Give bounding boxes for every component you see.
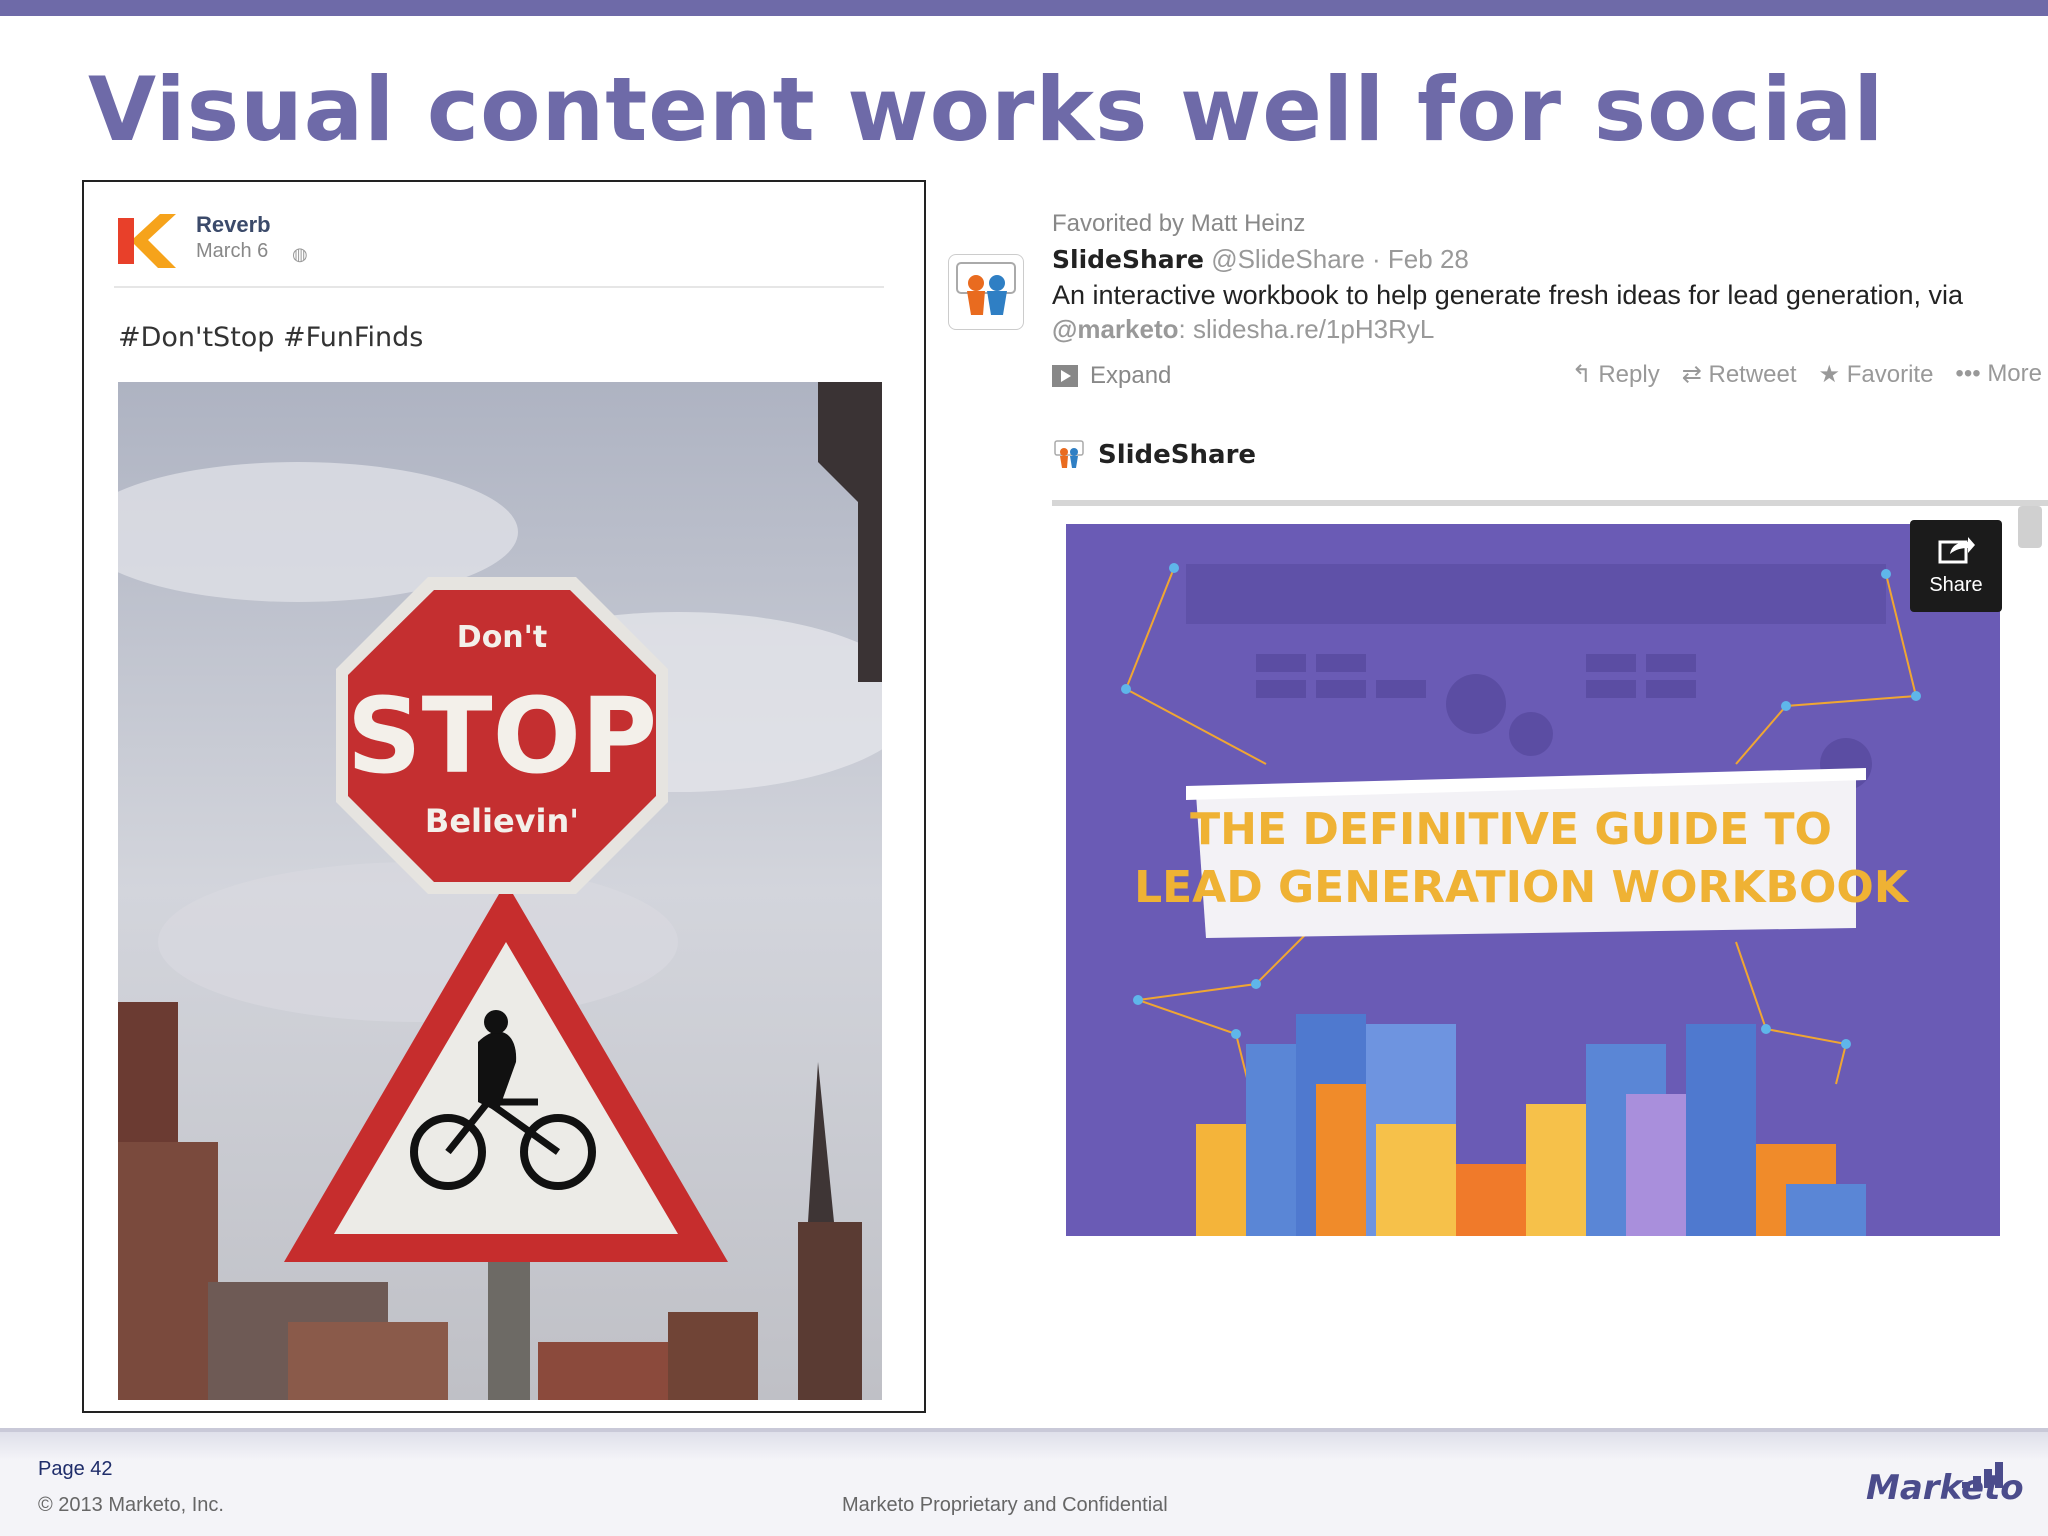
expand-label: Expand — [1090, 362, 1172, 389]
tweet-actions: ↰ Reply ⇄ Retweet ★ Favorite ••• More — [1572, 360, 2042, 389]
workbook-title-line2: LEAD GENERATION WORKBOOK — [1134, 862, 1910, 913]
reply-icon: ↰ — [1571, 361, 1592, 388]
globe-icon: ◍ — [292, 244, 308, 264]
retweet-icon: ⇄ — [1681, 361, 1702, 388]
reply-action[interactable]: ↰ Reply — [1572, 360, 1660, 389]
confidential-text: Marketo Proprietary and Confidential — [842, 1494, 1168, 1516]
play-icon — [1052, 365, 1078, 387]
slideshare-embed-slide[interactable]: THE DEFINITIVE GUIDE TO LEAD GENERATION … — [1066, 524, 2000, 1236]
share-icon — [1938, 537, 1975, 564]
workbook-cover-image: THE DEFINITIVE GUIDE TO LEAD GENERATION … — [1066, 524, 2000, 1236]
tweet-text: An interactive workbook to help generate… — [1052, 280, 1964, 310]
sign-top-text: Don't — [457, 620, 547, 655]
sign-main-text: STOP — [347, 675, 657, 797]
embed-frame-bar — [1052, 500, 2048, 506]
more-action[interactable]: ••• More — [1955, 360, 2042, 389]
expand-button[interactable]: Expand — [1052, 362, 1171, 390]
share-button[interactable]: Share — [1910, 520, 2002, 612]
fb-page-name[interactable]: Reverb — [196, 212, 271, 238]
fb-post-date[interactable]: March 6 — [196, 240, 268, 263]
slide-title: Visual content works well for social — [88, 58, 1885, 161]
copyright-text: © 2013 Marketo, Inc. — [38, 1494, 224, 1516]
footer-divider — [0, 1428, 2048, 1432]
embed-scrollbar[interactable] — [2018, 506, 2042, 548]
tweet-mention-link[interactable]: @marketo — [1052, 314, 1179, 344]
tweet-url-link[interactable]: slidesha.re/1pH3RyL — [1193, 314, 1434, 344]
stop-sign-photo: Don't STOP Believin' — [118, 382, 882, 1400]
footer-band — [0, 1428, 2048, 1536]
favorite-action[interactable]: ★ Favorite — [1819, 360, 1934, 389]
share-label: Share — [1929, 574, 1983, 596]
workbook-title-line1: THE DEFINITIVE GUIDE TO — [1190, 804, 1832, 855]
facebook-post-card: Reverb March 6 ◍ #Don'tStop #FunFinds Do… — [82, 180, 926, 1413]
fb-post-text: #Don'tStop #FunFinds — [118, 322, 424, 353]
tweet-header: SlideShare @SlideShare · Feb 28 — [1052, 244, 1469, 274]
tweet-handle[interactable]: @SlideShare — [1211, 244, 1365, 274]
slideshare-small-icon — [1054, 440, 1084, 468]
tweet-card: Favorited by Matt Heinz SlideShare @Slid… — [936, 186, 2048, 1412]
reverb-logo-icon — [114, 208, 178, 272]
tweet-text-line2: @marketo: slidesha.re/1pH3RyL — [1052, 314, 1435, 344]
favorited-by-text: Favorited by Matt Heinz — [1052, 210, 1306, 237]
more-dots-icon: ••• — [1955, 360, 1981, 387]
marketo-logo: Marketo — [1866, 1468, 2024, 1508]
top-accent-bar — [0, 0, 2048, 16]
slideshare-logo-icon — [956, 262, 1016, 315]
page-number: Page 42 — [38, 1458, 113, 1480]
embed-brand-label: SlideShare — [1098, 440, 1257, 470]
slideshare-avatar[interactable] — [948, 254, 1024, 330]
fb-post-photo[interactable]: Don't STOP Believin' — [118, 382, 882, 1400]
embed-brand[interactable]: SlideShare — [1052, 438, 1256, 472]
sign-bottom-text: Believin' — [425, 802, 579, 840]
retweet-action[interactable]: ⇄ Retweet — [1682, 360, 1797, 389]
divider — [114, 286, 884, 288]
tweet-author[interactable]: SlideShare — [1052, 245, 1204, 274]
star-icon: ★ — [1818, 361, 1841, 388]
tweet-date[interactable]: Feb 28 — [1388, 244, 1469, 274]
